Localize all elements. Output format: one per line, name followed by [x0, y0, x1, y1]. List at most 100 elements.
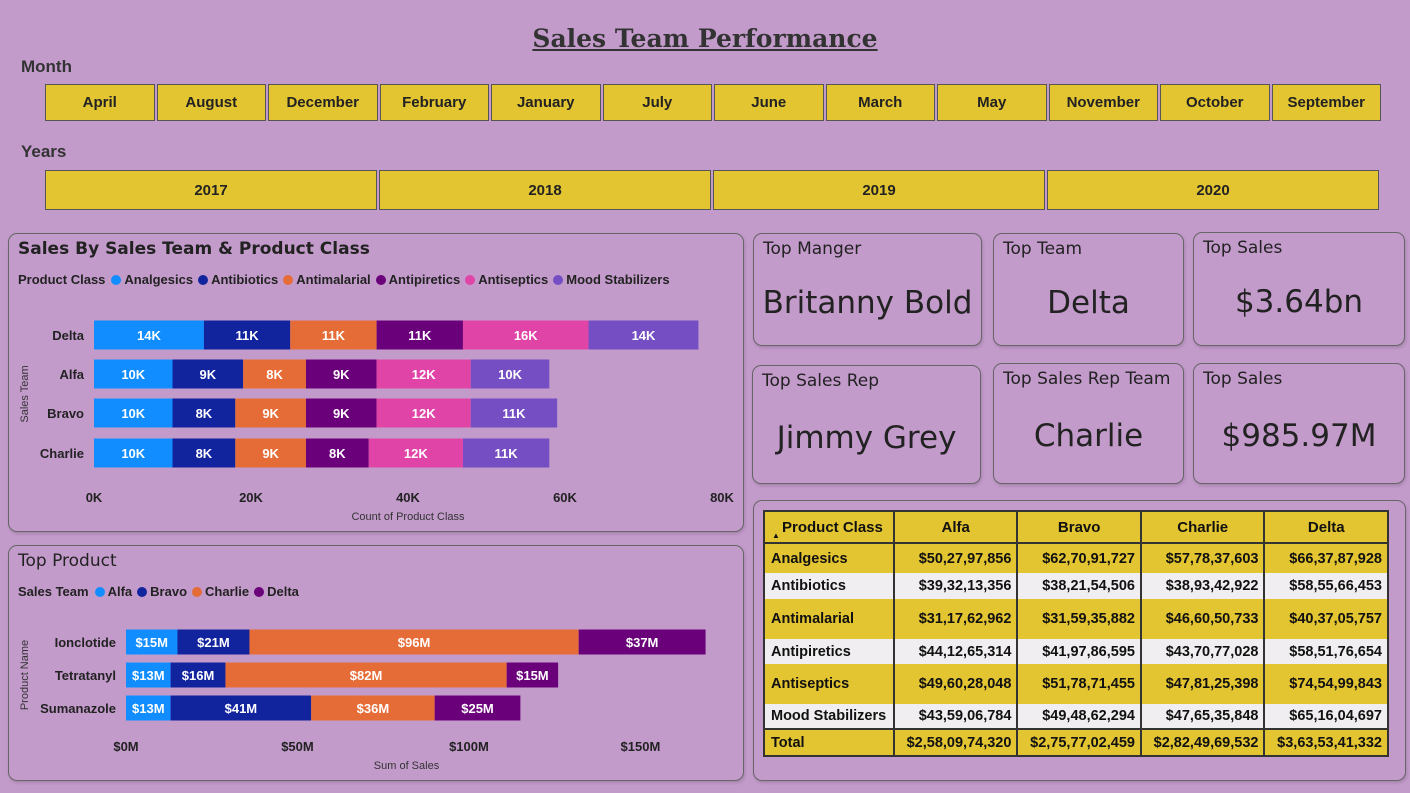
matrix-cell: $66,37,87,928 — [1263, 543, 1389, 573]
matrix-cell: $41,97,86,595 — [1016, 639, 1142, 664]
data-label: 16K — [514, 328, 538, 343]
data-label: $16M — [182, 668, 215, 683]
kpi-card-top-sales-2: Top Sales $985.97M — [1193, 363, 1405, 484]
matrix-cell: $46,60,50,733 — [1139, 599, 1266, 639]
matrix-cell: $43,59,06,784 — [892, 704, 1019, 729]
data-label: 10K — [121, 367, 145, 382]
year-option-2020[interactable]: 2020 — [1047, 170, 1379, 210]
top-product-chart-panel: Top Product Sales Team Alfa Bravo Charlie De… — [8, 545, 744, 781]
data-label: $25M — [461, 701, 494, 716]
kpi-value: Delta — [1047, 285, 1130, 321]
year-option-2018[interactable]: 2018 — [379, 170, 711, 210]
row-label: Antipiretics — [763, 639, 895, 664]
month-slicer-label: Month — [21, 57, 72, 76]
year-option-2019[interactable]: 2019 — [713, 170, 1045, 210]
month-option-march[interactable]: March — [825, 84, 935, 121]
kpi-card-top-sales: Top Sales $3.64bn — [1193, 232, 1405, 346]
month-option-june[interactable]: June — [714, 84, 824, 121]
data-label: $82M — [350, 668, 383, 683]
data-label: $36M — [357, 701, 390, 716]
total-cell: $2,58,09,74,320 — [892, 728, 1019, 757]
data-label: $13M — [132, 668, 165, 683]
month-slicer: April August December February January July Ju… — [45, 84, 1381, 121]
kpi-card-top-sales-rep-team: Top Sales Rep Team Charlie — [993, 363, 1184, 484]
x-axis-title: Count of Product Class — [351, 511, 465, 523]
matrix-row-antimalarial: Antimalarial $31,17,62,962 $31,59,35,882 $4… — [763, 599, 1389, 639]
matrix-cell: $40,37,05,757 — [1263, 599, 1389, 639]
x-tick-label: $100M — [449, 739, 489, 754]
total-cell: $3,63,53,41,332 — [1263, 728, 1389, 757]
data-label: 12K — [412, 367, 436, 382]
total-cell: $2,82,49,69,532 — [1139, 728, 1266, 757]
kpi-card-top-manager: Top Manger Britanny Bold — [753, 233, 982, 346]
matrix-row-antiseptics: Antiseptics $49,60,28,048 $51,78,71,455 $47… — [763, 664, 1389, 704]
matrix-cell: $38,21,54,506 — [1016, 573, 1142, 599]
column-header-alfa[interactable]: Alfa — [892, 510, 1019, 544]
data-label: 11K — [408, 328, 432, 343]
month-option-november[interactable]: November — [1048, 84, 1158, 121]
kpi-value: Charlie — [1033, 418, 1144, 454]
month-option-april[interactable]: April — [45, 84, 155, 121]
matrix-cell: $31,59,35,882 — [1016, 599, 1142, 639]
matrix-cell: $50,27,97,856 — [892, 543, 1019, 573]
category-label: Tetratanyl — [55, 668, 116, 683]
column-header-product-class[interactable]: Product Class ▲ — [763, 510, 895, 544]
data-label: 12K — [404, 446, 428, 461]
data-label: 10K — [121, 406, 145, 421]
matrix-cell: $51,78,71,455 — [1016, 664, 1142, 704]
category-label: Ionclotide — [55, 635, 116, 650]
matrix-cell: $49,60,28,048 — [892, 664, 1019, 704]
sales-by-team-chart: Delta 14K 11K 11K 11K 16K 14K Alfa 10K 9K 8K 9K 12K 1… — [19, 320, 735, 523]
kpi-title: Top Sales — [1203, 238, 1283, 258]
matrix-row-antibiotics: Antibiotics $39,32,13,356 $38,21,54,506 $38… — [763, 573, 1389, 599]
page-title: Sales Team Performance — [532, 24, 878, 53]
sales-matrix: Product Class ▲ Alfa Bravo Charlie Delta … — [763, 510, 1389, 757]
data-label: 8K — [196, 406, 213, 421]
month-option-january[interactable]: January — [491, 84, 601, 121]
kpi-value: Britanny Bold — [762, 285, 973, 321]
month-option-october[interactable]: October — [1160, 84, 1270, 121]
month-option-may[interactable]: May — [937, 84, 1047, 121]
row-label: Mood Stabilizers — [763, 704, 895, 729]
matrix-header-row: Product Class ▲ Alfa Bravo Charlie Delta — [763, 510, 1389, 544]
matrix-cell: $43,70,77,028 — [1139, 639, 1266, 664]
month-option-july[interactable]: July — [602, 84, 712, 121]
top-product-chart: Ionclotide $15M $21M $96M $37M Tetratanyl $13M… — [19, 629, 706, 772]
data-label: 9K — [262, 406, 279, 421]
years-slicer: 2017 2018 2019 2020 — [45, 170, 1379, 210]
x-tick-label: 60K — [553, 490, 577, 505]
column-header-bravo[interactable]: Bravo — [1016, 510, 1142, 544]
category-label: Bravo — [47, 406, 84, 421]
data-label: 8K — [196, 446, 213, 461]
month-option-september[interactable]: September — [1271, 84, 1381, 121]
matrix-row-analgesics: Analgesics $50,27,97,856 $62,70,91,727 $57,… — [763, 543, 1389, 573]
matrix-cell: $58,55,66,453 — [1263, 573, 1389, 599]
years-slicer-label: Years — [21, 142, 67, 161]
row-label: Antimalarial — [763, 599, 895, 639]
kpi-card-top-team: Top Team Delta — [993, 233, 1184, 346]
x-tick-label: 40K — [396, 490, 420, 505]
y-axis-title: Product Name — [19, 640, 31, 710]
month-option-august[interactable]: August — [156, 84, 266, 121]
year-option-2017[interactable]: 2017 — [45, 170, 377, 210]
data-label: 10K — [121, 446, 145, 461]
total-label: Total — [763, 728, 895, 757]
matrix-cell: $47,65,35,848 — [1139, 704, 1266, 729]
column-header-charlie[interactable]: Charlie — [1139, 510, 1266, 544]
matrix-cell: $44,12,65,314 — [892, 639, 1019, 664]
column-header-delta[interactable]: Delta — [1263, 510, 1389, 544]
x-tick-label: 80K — [710, 490, 734, 505]
kpi-title: Top Team — [1003, 239, 1083, 259]
data-label: 12K — [412, 406, 436, 421]
sort-ascending-icon: ▲ — [772, 531, 780, 540]
month-option-december[interactable]: December — [268, 84, 378, 121]
data-label: $13M — [132, 701, 165, 716]
month-option-february[interactable]: February — [379, 84, 489, 121]
category-label: Sumanazole — [40, 701, 116, 716]
data-label: $21M — [197, 635, 230, 650]
matrix-cell: $47,81,25,398 — [1139, 664, 1266, 704]
total-cell: $2,75,77,02,459 — [1016, 728, 1142, 757]
matrix-cell: $65,16,04,697 — [1263, 704, 1389, 729]
kpi-title: Top Sales Rep — [762, 371, 880, 391]
kpi-title: Top Sales Rep Team — [1003, 369, 1171, 389]
